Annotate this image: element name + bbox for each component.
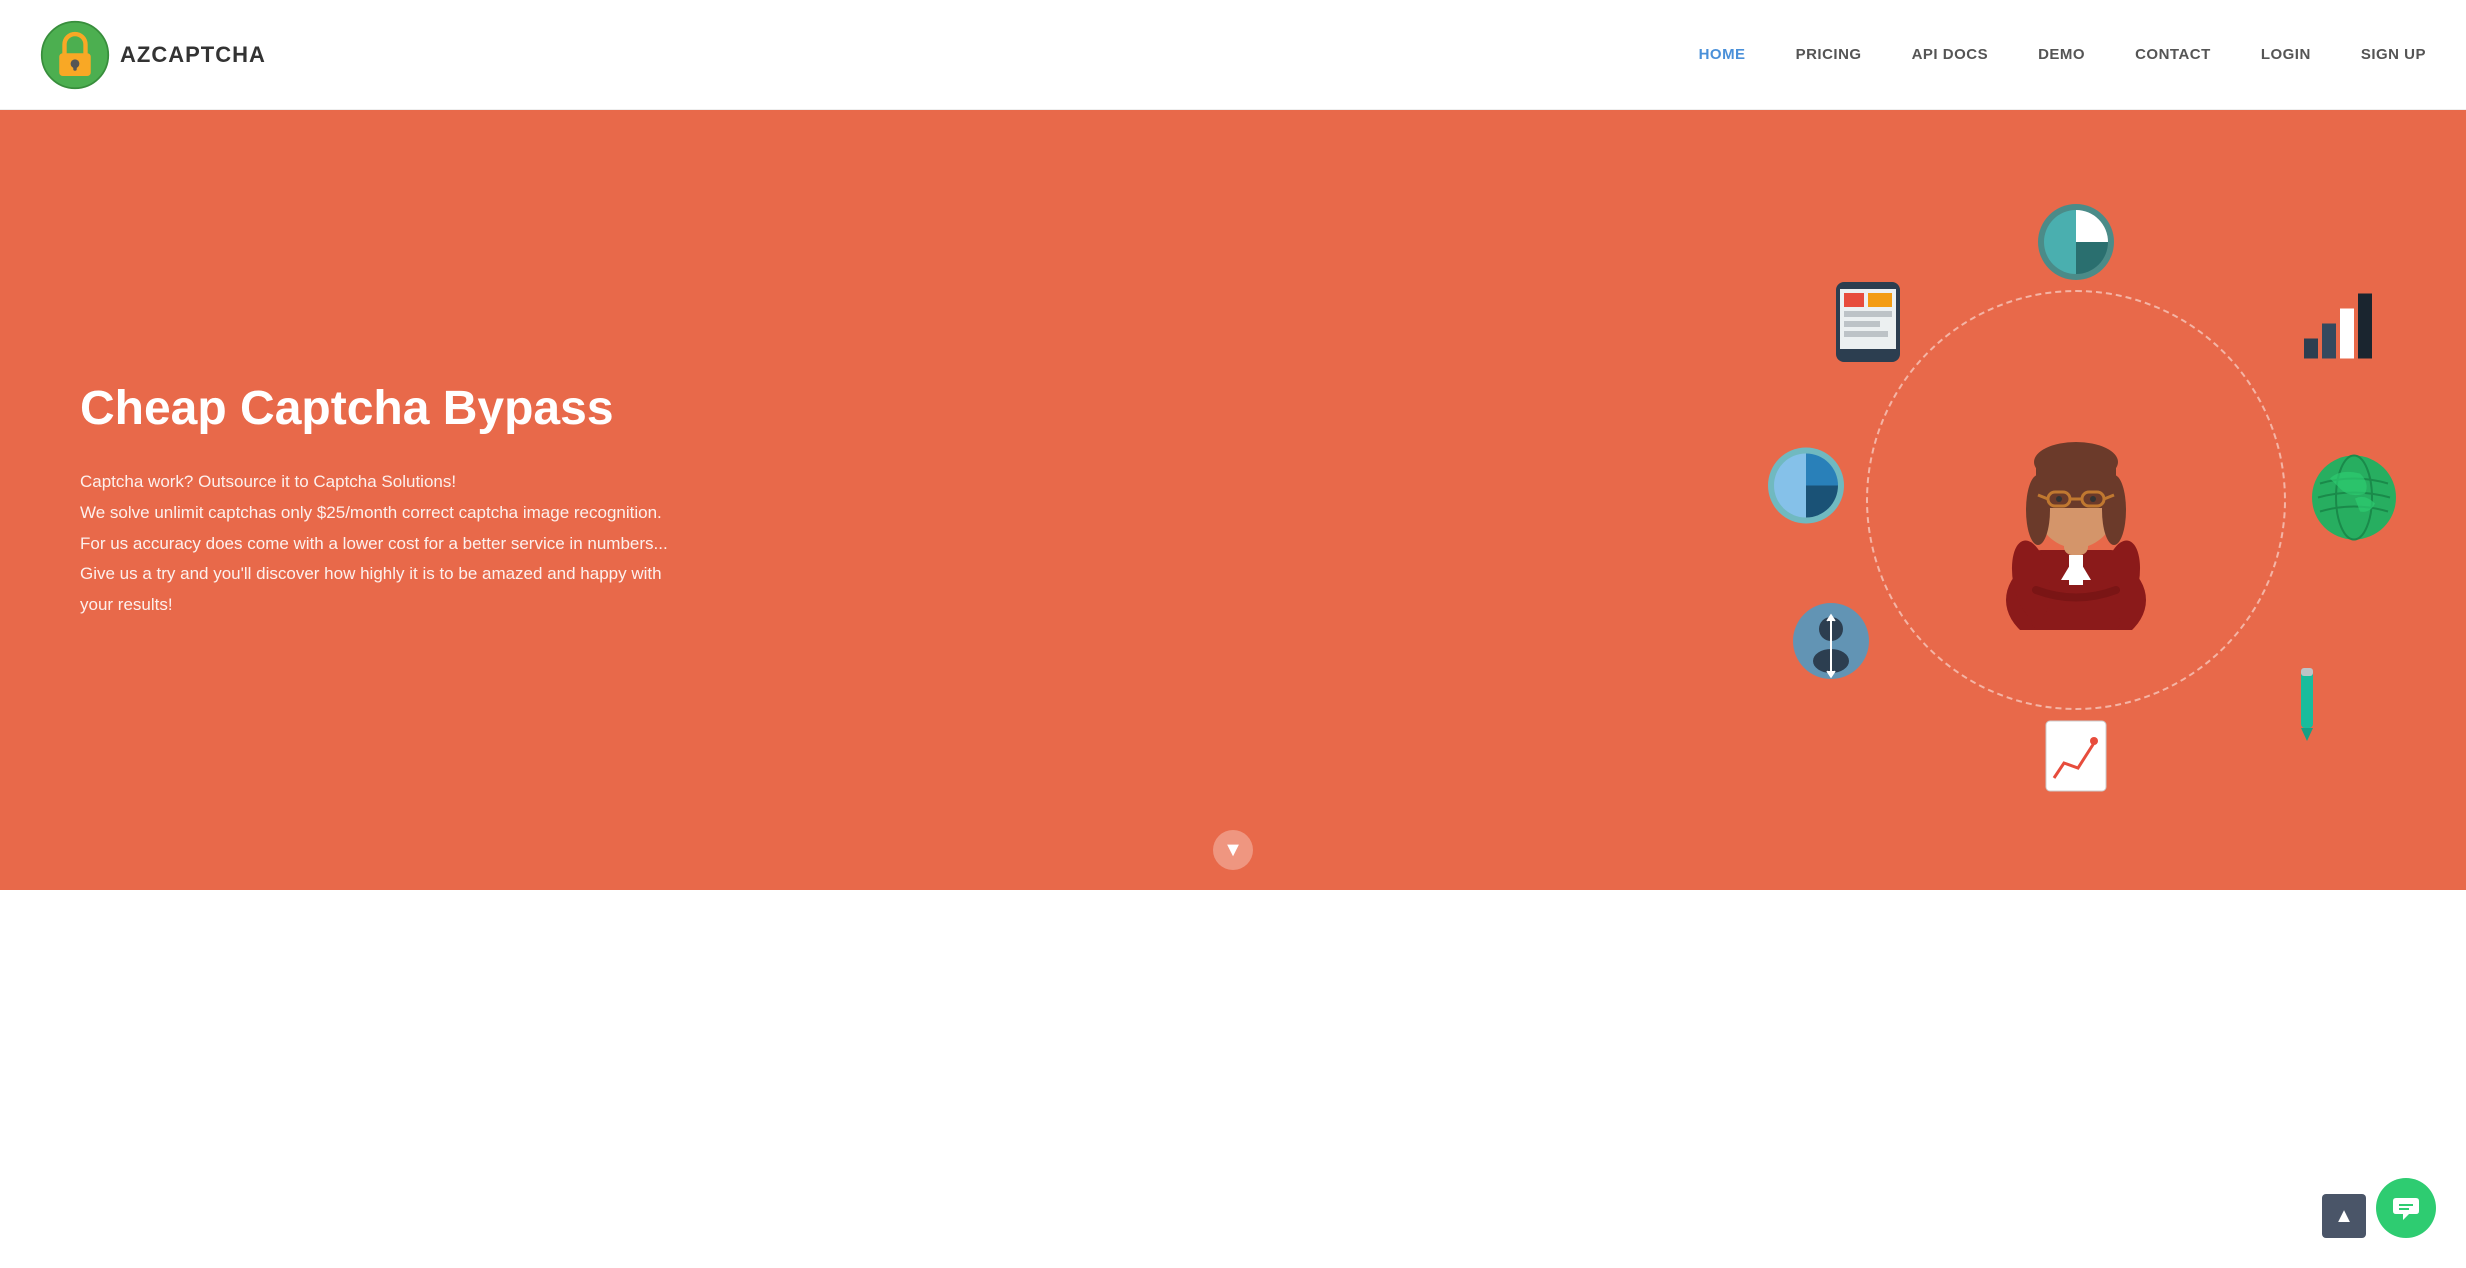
nav-contact[interactable]: CONTACT bbox=[2135, 46, 2211, 63]
orbit-icon-globe bbox=[2310, 454, 2398, 547]
nav-signup[interactable]: SIGN UP bbox=[2361, 46, 2426, 63]
nav-demo[interactable]: DEMO bbox=[2038, 46, 2085, 63]
person-illustration bbox=[1976, 380, 2176, 630]
hero-content: Cheap Captcha Bypass Captcha work? Outso… bbox=[80, 380, 680, 621]
hero-description: Captcha work? Outsource it to Captcha So… bbox=[80, 467, 680, 620]
logo-text: AZCAPTCHA bbox=[120, 42, 266, 68]
logo-icon bbox=[40, 20, 110, 90]
chat-bubble-button[interactable] bbox=[2376, 1178, 2436, 1238]
orbit-icon-paper bbox=[2036, 713, 2116, 798]
nav-pricing[interactable]: PRICING bbox=[1796, 46, 1862, 63]
scroll-down-button[interactable]: ▼ bbox=[1213, 830, 1253, 870]
hero-title: Cheap Captcha Bypass bbox=[80, 380, 680, 438]
orbit-icon-pie-top bbox=[2036, 202, 2116, 287]
chat-icon bbox=[2391, 1193, 2421, 1223]
orbit-icon-bar-chart bbox=[2294, 284, 2374, 369]
nav-links: HOME PRICING API DOCS DEMO CONTACT LOGIN… bbox=[1699, 46, 2426, 63]
orbit-icon-user bbox=[1791, 601, 1871, 686]
nav-api-docs[interactable]: API DOCS bbox=[1912, 46, 1989, 63]
navbar: AZCAPTCHA HOME PRICING API DOCS DEMO CON… bbox=[0, 0, 2466, 110]
scroll-top-button[interactable]: ▲ bbox=[2322, 1194, 2366, 1238]
hero-desc-line1: Captcha work? Outsource it to Captcha So… bbox=[80, 472, 456, 491]
hero-desc-line2: We solve unlimit captchas only $25/month… bbox=[80, 503, 662, 522]
hero-illustration bbox=[1766, 190, 2386, 810]
nav-home[interactable]: HOME bbox=[1699, 46, 1746, 63]
hero-section: Cheap Captcha Bypass Captcha work? Outso… bbox=[0, 110, 2466, 890]
orbit-icon-tablet bbox=[1828, 277, 1908, 372]
nav-login[interactable]: LOGIN bbox=[2261, 46, 2311, 63]
orbit-icon-pie-left bbox=[1766, 445, 1846, 530]
logo-link[interactable]: AZCAPTCHA bbox=[40, 20, 266, 90]
hero-desc-line3: For us accuracy does come with a lower c… bbox=[80, 534, 668, 553]
orbit-icon-pen bbox=[2276, 663, 2336, 748]
hero-desc-line4: Give us a try and you'll discover how hi… bbox=[80, 564, 662, 614]
